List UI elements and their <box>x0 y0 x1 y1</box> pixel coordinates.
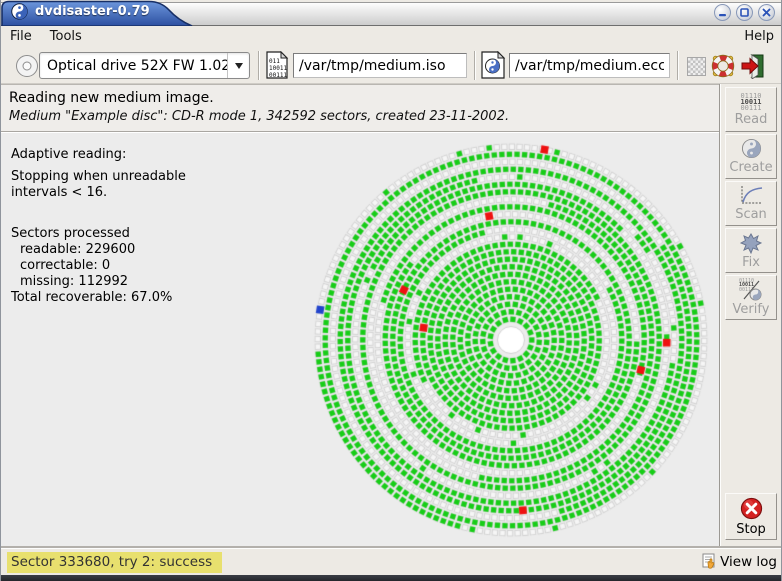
menu-file[interactable]: File <box>1 27 41 46</box>
reading-info-panel: Adaptive reading: Stopping when unreadab… <box>11 147 186 306</box>
drive-selector-dropdown-button[interactable] <box>227 53 249 78</box>
info-total-recoverable: Total recoverable: 67.0% <box>11 290 186 306</box>
stop-x-icon <box>740 497 763 520</box>
action-sidebar: 01110 10011 00111 Read Create Scan <box>719 84 782 548</box>
maximize-button[interactable] <box>736 4 753 21</box>
app-window: dvdisaster-0.79 File Tools Help <box>0 0 782 581</box>
ecc-file-input[interactable] <box>509 53 670 78</box>
svg-text:00111: 00111 <box>269 72 287 79</box>
create-button-label: Create <box>729 160 772 175</box>
info-stopping-1: Stopping when unreadable <box>11 169 186 185</box>
info-missing: missing: 112992 <box>11 274 186 290</box>
maximize-icon <box>740 8 749 17</box>
yin-yang-icon <box>741 138 762 159</box>
message-area: Reading new medium image. Medium "Exampl… <box>1 84 719 132</box>
quit-button[interactable] <box>740 53 766 79</box>
status-message: Sector 333680, try 2: success <box>7 552 222 573</box>
lifebelt-icon <box>710 53 736 79</box>
view-log-icon <box>701 553 718 570</box>
window-bottom-frame <box>1 575 782 581</box>
toolbar-separator <box>258 51 260 80</box>
toolbar-separator <box>677 51 679 80</box>
binary-digits-icon: 01110 10011 00111 <box>740 93 761 111</box>
app-yinyang-icon <box>11 3 28 20</box>
titlebar[interactable]: dvdisaster-0.79 <box>1 0 782 26</box>
svg-text:011: 011 <box>269 58 280 65</box>
info-stopping-2: intervals < 16. <box>11 185 186 201</box>
toolbar-separator <box>474 51 476 80</box>
status-line-action: Reading new medium image. <box>9 90 719 106</box>
scan-button[interactable]: Scan <box>725 181 777 226</box>
disc-icon <box>14 53 40 79</box>
fix-button[interactable]: Fix <box>725 228 777 273</box>
read-button[interactable]: 01110 10011 00111 Read <box>725 87 777 132</box>
scan-button-label: Scan <box>735 207 767 222</box>
window-title: dvdisaster-0.79 <box>35 4 150 19</box>
statusbar: Sector 333680, try 2: success View log <box>1 548 782 575</box>
image-file-input[interactable] <box>293 53 467 78</box>
drive-selector-value: Optical drive 52X FW 1.02 <box>40 58 227 74</box>
info-title: Adaptive reading: <box>11 147 186 163</box>
fix-button-label: Fix <box>742 255 760 270</box>
menu-help[interactable]: Help <box>735 27 782 46</box>
exit-door-icon <box>740 53 766 79</box>
info-correctable: correctable: 0 <box>11 258 186 274</box>
stop-button[interactable]: Stop <box>725 493 777 540</box>
puzzle-splat-icon <box>740 232 762 254</box>
binary-check-icon: 01110 10011 00111 <box>739 279 763 301</box>
main-area: Adaptive reading: Stopping when unreadab… <box>1 133 719 548</box>
toolbar: Optical drive 52X FW 1.02 011 10011 0011… <box>1 47 782 84</box>
create-button[interactable]: Create <box>725 134 777 179</box>
iso-file-icon: 011 10011 00111 <box>265 51 289 79</box>
chevron-down-icon <box>235 63 243 69</box>
minimize-icon <box>718 8 727 17</box>
drive-selector[interactable]: Optical drive 52X FW 1.02 <box>39 52 250 79</box>
help-button[interactable] <box>710 53 736 79</box>
status-line-medium: Medium "Example disc": CD-R mode 1, 3425… <box>9 109 719 124</box>
menu-tools[interactable]: Tools <box>41 27 91 46</box>
stop-button-label: Stop <box>736 522 766 537</box>
close-icon <box>762 8 771 17</box>
ecc-file-icon <box>480 51 506 79</box>
verify-button[interactable]: 01110 10011 00111 Verify <box>725 275 777 320</box>
info-sectors-header: Sectors processed <box>11 226 186 242</box>
read-button-label: Read <box>735 112 768 127</box>
preferences-button[interactable] <box>683 53 709 79</box>
checker-icon <box>687 57 706 76</box>
verify-button-label: Verify <box>733 302 770 317</box>
minimize-button[interactable] <box>714 4 731 21</box>
svg-text:10011: 10011 <box>269 65 287 72</box>
close-button[interactable] <box>758 4 775 21</box>
curve-chart-icon <box>739 185 763 206</box>
info-readable: readable: 229600 <box>11 242 186 258</box>
menubar: File Tools Help <box>1 26 782 47</box>
view-log-button[interactable]: View log <box>701 553 777 570</box>
